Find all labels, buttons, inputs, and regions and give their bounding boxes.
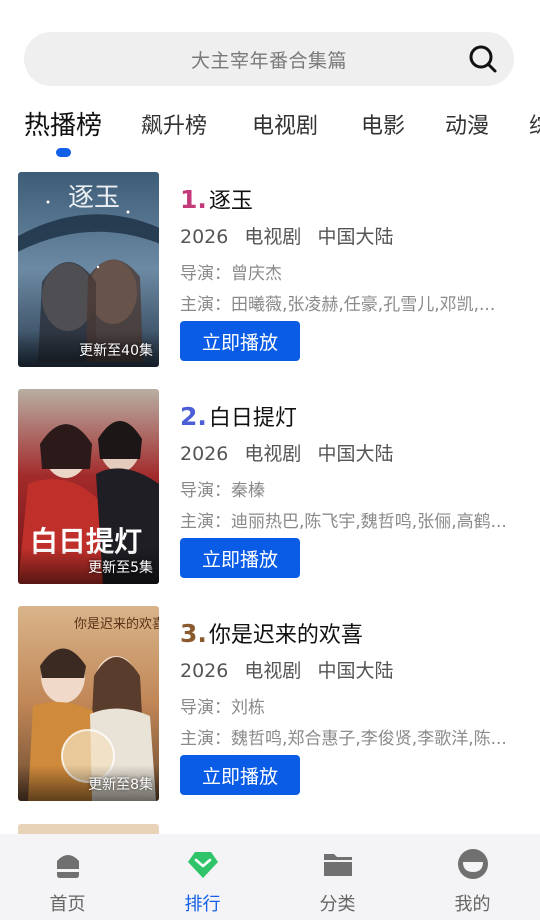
tab-hot[interactable]: 热播榜 [24, 105, 102, 142]
poster-image[interactable]: 逐玉 更新至40集 [18, 172, 159, 367]
play-now-button[interactable]: 立即播放 [180, 755, 300, 795]
item-meta: 2026 电视剧 中国大陆 [180, 656, 403, 683]
item-region: 中国大陆 [317, 660, 394, 682]
item-region: 中国大陆 [317, 226, 394, 248]
rank-number: 3. [180, 619, 207, 648]
item-title-row: 2. 白日提灯 [180, 400, 297, 432]
folder-icon [323, 854, 352, 876]
tab-variety[interactable]: 综 [529, 108, 540, 140]
item-director: 导演：秦榛 [180, 481, 265, 501]
list-item[interactable]: 白日提灯 更新至5集 2. 白日提灯 2026 电视剧 中国大陆 导演：秦榛 主… [0, 389, 540, 585]
item-region: 中国大陆 [317, 443, 394, 465]
ranking-tabs: 热播榜 飙升榜 电视剧 电影 动漫 综 [0, 102, 540, 162]
search-bar[interactable]: 大主宰年番合集篇 [24, 32, 514, 86]
nav-home-label: 首页 [49, 894, 86, 915]
item-title[interactable]: 逐玉 [209, 183, 253, 215]
bottom-nav: 首页 排行 分类 我的 [0, 834, 540, 924]
tab-anime[interactable]: 动漫 [445, 108, 489, 140]
item-title-row: 3. 你是迟来的欢喜 [180, 617, 363, 649]
episode-badge: 更新至40集 [79, 343, 153, 359]
poster-title-art: 你是迟来的欢喜 [74, 616, 159, 632]
item-title-row: 1. 逐玉 [180, 183, 253, 215]
nav-profile[interactable]: 我的 [405, 834, 540, 924]
item-director: 导演：曾庆杰 [180, 264, 282, 284]
tab-movie[interactable]: 电影 [361, 108, 405, 140]
nav-home[interactable]: 首页 [0, 834, 135, 924]
profile-icon [457, 849, 488, 879]
play-now-button[interactable]: 立即播放 [180, 321, 300, 361]
list-item[interactable]: 逐玉 更新至40集 1. 逐玉 2026 电视剧 中国大陆 导演：曾庆杰 主演：… [0, 172, 540, 368]
item-meta: 2026 电视剧 中国大陆 [180, 222, 403, 249]
nav-category-label: 分类 [319, 894, 356, 915]
episode-badge: 更新至5集 [88, 560, 153, 576]
item-title[interactable]: 你是迟来的欢喜 [209, 617, 363, 649]
item-year: 2026 [180, 226, 229, 248]
item-genre: 电视剧 [244, 443, 302, 465]
home-indicator [0, 920, 540, 924]
rank-number: 2. [180, 402, 207, 431]
rank-number: 1. [180, 185, 207, 214]
search-input[interactable]: 大主宰年番合集篇 [191, 46, 347, 73]
poster-image[interactable]: 你是迟来的欢喜 更新至8集 [18, 606, 159, 801]
nav-ranking[interactable]: 排行 [135, 834, 270, 924]
ranking-icon [187, 852, 218, 878]
nav-profile-label: 我的 [454, 894, 491, 915]
list-item[interactable]: 你是迟来的欢喜 更新至8集 3. 你是迟来的欢喜 2026 电视剧 中国大陆 导… [0, 606, 540, 802]
item-cast: 主演：田曦薇,张凌赫,任豪,孔雪儿,邓凯,... [180, 295, 496, 315]
poster-title-art: 逐玉 [68, 183, 120, 213]
home-icon [56, 855, 79, 878]
item-director: 导演：刘栋 [180, 698, 265, 718]
play-now-button[interactable]: 立即播放 [180, 538, 300, 578]
item-year: 2026 [180, 443, 229, 465]
nav-ranking-label: 排行 [184, 894, 221, 915]
search-icon[interactable] [468, 44, 498, 74]
item-title[interactable]: 白日提灯 [209, 400, 297, 432]
poster-image[interactable]: 白日提灯 更新至5集 [18, 389, 159, 584]
item-cast: 主演：魏哲鸣,郑合惠子,李俊贤,李歌洋,陈... [180, 729, 507, 749]
tab-rising[interactable]: 飙升榜 [141, 108, 207, 140]
nav-category[interactable]: 分类 [270, 834, 405, 924]
item-year: 2026 [180, 660, 229, 682]
tab-tv-series[interactable]: 电视剧 [252, 108, 318, 140]
active-tab-indicator [56, 148, 71, 157]
item-genre: 电视剧 [244, 226, 302, 248]
item-meta: 2026 电视剧 中国大陆 [180, 439, 403, 466]
episode-badge: 更新至8集 [88, 777, 153, 793]
item-genre: 电视剧 [244, 660, 302, 682]
item-cast: 主演：迪丽热巴,陈飞宇,魏哲鸣,张俪,高鹤... [180, 512, 507, 532]
